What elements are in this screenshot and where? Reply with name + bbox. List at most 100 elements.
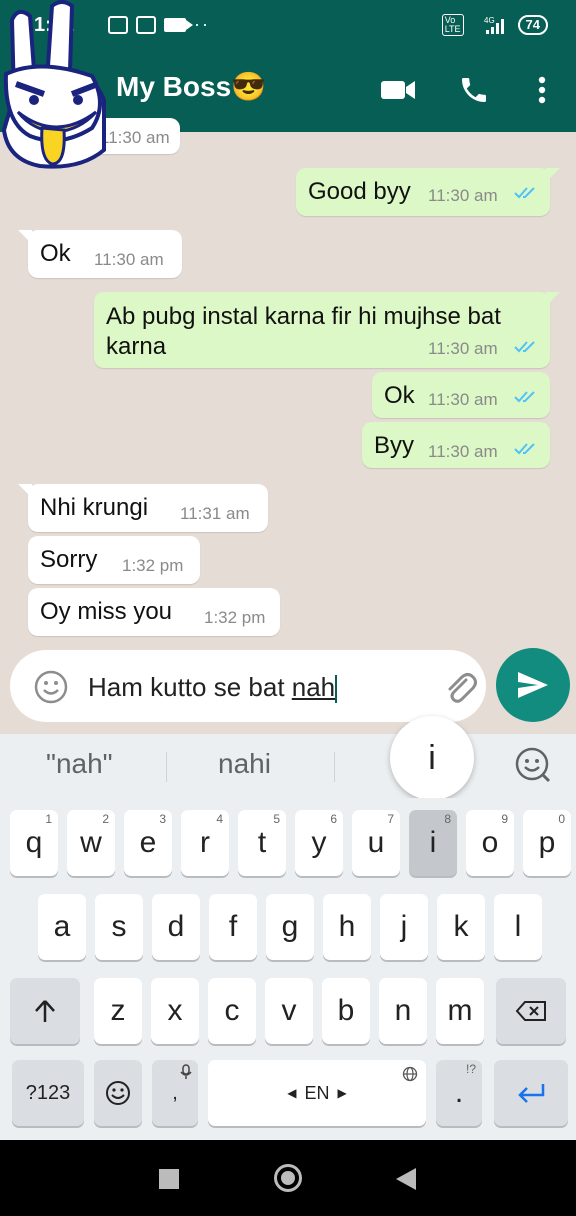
send-button[interactable] [496, 648, 570, 722]
message-text: Good byy [308, 178, 411, 205]
message-time: 11:31 am [180, 504, 250, 523]
attach-icon[interactable] [442, 670, 478, 706]
svg-text:4G: 4G [484, 16, 495, 25]
key-label: e [139, 826, 157, 859]
key-label: t [257, 826, 267, 859]
key-backspace[interactable] [496, 978, 566, 1044]
key-sym[interactable]: ?123 [12, 1060, 84, 1126]
key-f[interactable]: f [209, 894, 257, 960]
message-input-bar: Ham kutto se bat nah [10, 650, 486, 722]
bubble-tail [546, 168, 560, 182]
voice-call-icon[interactable] [454, 72, 494, 108]
more-options-icon[interactable] [522, 72, 562, 108]
key-hint: 2 [102, 812, 109, 826]
key-z[interactable]: z [94, 978, 142, 1044]
message-text: Ok [384, 382, 415, 409]
message-bubble-outgoing[interactable]: Byy 11:30 am [362, 422, 550, 468]
emoji-icon[interactable] [34, 670, 68, 704]
key-h[interactable]: h [323, 894, 371, 960]
message-bubble-incoming[interactable]: Oy miss you 1:32 pm [28, 588, 280, 636]
back-icon[interactable] [396, 1168, 416, 1190]
key-label: d [167, 910, 185, 943]
message-time: 11:30 am [428, 390, 498, 409]
key-o[interactable]: o9 [466, 810, 514, 876]
suggestion-divider [334, 752, 335, 782]
key-period[interactable]: . !? [436, 1060, 482, 1126]
key-space[interactable]: ◀ EN ▶ [208, 1060, 426, 1126]
read-receipt-icon [514, 391, 535, 403]
contact-name[interactable]: My Boss😎 [116, 70, 266, 103]
signal-icon: 4G [484, 16, 504, 34]
message-time: 11:30 am [94, 250, 164, 269]
video-notification-icon [164, 17, 193, 32]
key-label: r [200, 826, 210, 859]
key-i[interactable]: i8 [409, 810, 457, 876]
suggestion-item[interactable]: nahi [218, 748, 271, 780]
bubble-tail [18, 484, 32, 498]
keyboard-emoji-icon[interactable] [514, 746, 552, 784]
key-w[interactable]: w2 [67, 810, 115, 876]
backspace-icon [515, 1001, 546, 1021]
message-bubble-incoming[interactable]: Nhi krungi 11:31 am [18, 484, 268, 532]
message-bubble-outgoing[interactable]: Ab pubg instal karna fir hi mujhse bat k… [94, 292, 560, 368]
key-label: c [224, 994, 240, 1027]
key-label: n [394, 994, 412, 1027]
message-text: Nhi krungi [40, 494, 149, 521]
key-d[interactable]: d [152, 894, 200, 960]
key-label: o [481, 826, 499, 859]
key-label: x [167, 994, 183, 1027]
key-v[interactable]: v [265, 978, 313, 1044]
space-left-arrow-icon: ◀ [287, 1086, 297, 1100]
key-label: i [429, 826, 437, 859]
globe-icon [402, 1066, 418, 1082]
key-label: a [53, 910, 71, 943]
message-input[interactable]: Ham kutto se bat nah [88, 672, 338, 704]
send-icon [518, 672, 548, 698]
key-q[interactable]: q1 [10, 810, 58, 876]
key-k[interactable]: k [437, 894, 485, 960]
key-t[interactable]: t5 [238, 810, 286, 876]
read-receipt-icon [514, 187, 535, 199]
key-comma[interactable]: , [152, 1060, 198, 1126]
key-b[interactable]: b [322, 978, 370, 1044]
rock-hand-sticker-icon [1, 0, 106, 169]
space-language-label: EN [304, 1082, 330, 1103]
message-bubble-outgoing[interactable]: Good byy 11:30 am [296, 168, 560, 216]
key-hint: 0 [558, 812, 565, 826]
key-x[interactable]: x [151, 978, 199, 1044]
key-c[interactable]: c [208, 978, 256, 1044]
key-label: j [400, 910, 408, 943]
key-n[interactable]: n [379, 978, 427, 1044]
key-enter[interactable] [494, 1060, 568, 1126]
message-bubble-incoming[interactable]: Ok 11:30 am [18, 230, 182, 278]
space-right-arrow-icon: ▶ [337, 1086, 347, 1100]
key-preview-popup: i [390, 716, 474, 800]
key-s[interactable]: s [95, 894, 143, 960]
comma-label: , [172, 1081, 178, 1104]
key-emoji[interactable] [94, 1060, 142, 1126]
key-shift[interactable] [10, 978, 80, 1044]
message-text: Ok [40, 240, 71, 267]
key-y[interactable]: y6 [295, 810, 343, 876]
key-r[interactable]: r4 [181, 810, 229, 876]
key-hint: 6 [330, 812, 337, 826]
recents-icon[interactable] [159, 1169, 179, 1189]
key-label: b [337, 994, 355, 1027]
message-bubble-incoming[interactable]: Sorry 1:32 pm [28, 536, 200, 584]
key-g[interactable]: g [266, 894, 314, 960]
key-m[interactable]: m [436, 978, 484, 1044]
key-hint: 7 [387, 812, 394, 826]
key-l[interactable]: l [494, 894, 542, 960]
key-p[interactable]: p0 [523, 810, 571, 876]
key-j[interactable]: j [380, 894, 428, 960]
key-label: y [311, 826, 327, 859]
key-a[interactable]: a [38, 894, 86, 960]
message-text: Sorry [40, 546, 98, 573]
video-call-icon[interactable] [378, 72, 418, 108]
home-icon[interactable] [274, 1164, 302, 1192]
download-notification-icon [136, 15, 156, 34]
key-e[interactable]: e3 [124, 810, 172, 876]
suggestion-item[interactable]: "nah" [46, 748, 113, 780]
key-u[interactable]: u7 [352, 810, 400, 876]
message-bubble-outgoing[interactable]: Ok 11:30 am [372, 372, 550, 418]
